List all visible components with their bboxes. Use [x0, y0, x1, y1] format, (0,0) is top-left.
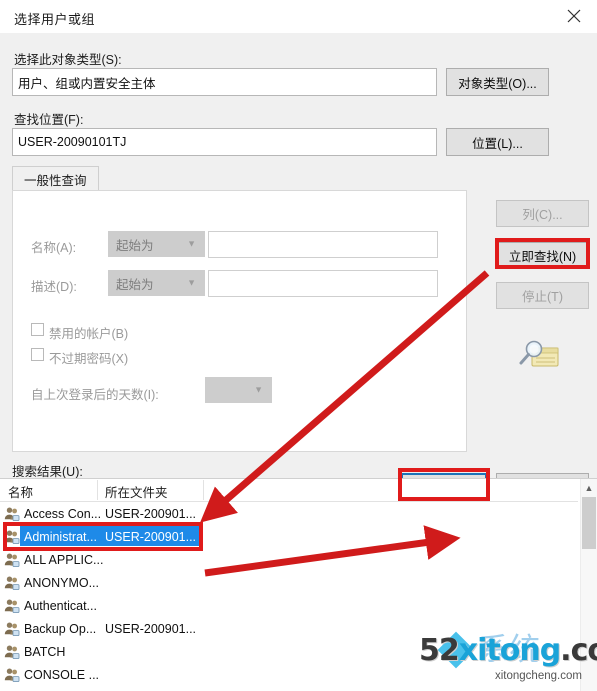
disabled-accounts-checkbox[interactable] [31, 323, 44, 336]
cell-name: ALL APPLIC... [24, 552, 104, 567]
search-results-list: 名称 所在文件夹 Access Con... USER-200901... Admi… [0, 478, 597, 691]
window-title: 选择用户或组 [14, 12, 96, 27]
table-row[interactable]: Access Con... USER-200901... [0, 502, 578, 525]
column-divider[interactable] [97, 480, 98, 500]
description-value-input[interactable] [208, 270, 438, 297]
table-row[interactable]: BATCH [0, 640, 578, 663]
table-row[interactable]: Administrat... USER-200901... [0, 525, 578, 548]
user-group-icon [4, 667, 20, 683]
name-value-input[interactable] [208, 231, 438, 258]
title-bar: 选择用户或组 [0, 0, 597, 34]
cell-folder: USER-200901... [105, 506, 197, 521]
cell-folder: USER-200901... [105, 529, 197, 544]
description-condition-select[interactable]: 起始为 ▼ [108, 270, 205, 296]
table-row[interactable]: Authenticat... [0, 594, 578, 617]
user-group-icon [4, 506, 20, 522]
chevron-down-icon: ▼ [187, 277, 196, 288]
tab-strip: 一般性查询 [12, 166, 467, 191]
common-queries-panel: 名称(A): 起始为 ▼ 描述(D): 起始为 ▼ 禁用的帐户(B) 不过期密码… [12, 190, 467, 452]
results-scrollbar[interactable]: ▲ [580, 479, 597, 691]
days-since-logon-label: 自上次登录后的天数(I): [31, 388, 159, 402]
locations-button[interactable]: 位置(L)... [446, 128, 549, 156]
column-divider[interactable] [203, 480, 204, 500]
close-button[interactable] [551, 0, 597, 32]
table-row[interactable]: Backup Op... USER-200901... [0, 617, 578, 640]
description-condition-value: 起始为 [116, 277, 154, 292]
cell-name: ANONYMO... [24, 575, 100, 590]
object-types-button[interactable]: 对象类型(O)... [446, 68, 549, 96]
cell-name: Access Con... [24, 506, 102, 521]
results-column-header: 名称 所在文件夹 [0, 479, 578, 502]
columns-button[interactable]: 列(C)... [496, 200, 589, 227]
scrollbar-thumb[interactable] [582, 497, 596, 549]
chevron-down-icon: ▼ [187, 238, 196, 249]
cell-name: Authenticat... [24, 598, 97, 613]
table-row[interactable]: ANONYMO... [0, 571, 578, 594]
description-label: 描述(D): [31, 280, 77, 294]
object-type-label: 选择此对象类型(S): [14, 53, 122, 67]
tab-common-queries[interactable]: 一般性查询 [12, 166, 99, 191]
chevron-down-icon: ▼ [254, 384, 263, 395]
select-users-or-groups-dialog: 选择用户或组 选择此对象类型(S): 用户、组或内置安全主体 对象类型(O)..… [0, 0, 597, 691]
table-row[interactable]: CREATOR ... [0, 686, 578, 691]
cell-folder: USER-200901... [105, 621, 197, 636]
days-since-logon-select[interactable]: ▼ [205, 377, 272, 403]
user-group-icon [4, 575, 20, 591]
cell-name: Administrat... [24, 529, 97, 544]
cell-name: CONSOLE ... [24, 667, 100, 682]
chevron-up-icon[interactable]: ▲ [581, 479, 597, 496]
stop-button[interactable]: 停止(T) [496, 282, 589, 309]
find-now-button[interactable]: 立即查找(N) [496, 242, 589, 269]
disabled-accounts-label: 禁用的帐户(B) [49, 327, 129, 341]
object-type-input[interactable]: 用户、组或内置安全主体 [12, 68, 437, 96]
name-condition-value: 起始为 [116, 238, 154, 253]
table-row[interactable]: CONSOLE ... [0, 663, 578, 686]
search-folder-icon [512, 336, 566, 380]
column-header-folder[interactable]: 所在文件夹 [105, 482, 168, 501]
location-label: 查找位置(F): [14, 113, 84, 127]
user-group-icon [4, 529, 20, 545]
close-icon [567, 9, 581, 23]
name-condition-select[interactable]: 起始为 ▼ [108, 231, 205, 257]
cell-name: Backup Op... [24, 621, 97, 636]
table-row[interactable]: ALL APPLIC... [0, 548, 578, 571]
user-group-icon [4, 621, 20, 637]
location-input[interactable]: USER-20090101TJ [12, 128, 437, 156]
name-label: 名称(A): [31, 241, 77, 255]
non-expiring-password-checkbox[interactable] [31, 348, 44, 361]
user-group-icon [4, 644, 20, 660]
cell-name: BATCH [24, 644, 66, 659]
user-group-icon [4, 552, 20, 568]
user-group-icon [4, 598, 20, 614]
column-header-name[interactable]: 名称 [8, 482, 33, 501]
non-expiring-password-label: 不过期密码(X) [49, 352, 129, 366]
